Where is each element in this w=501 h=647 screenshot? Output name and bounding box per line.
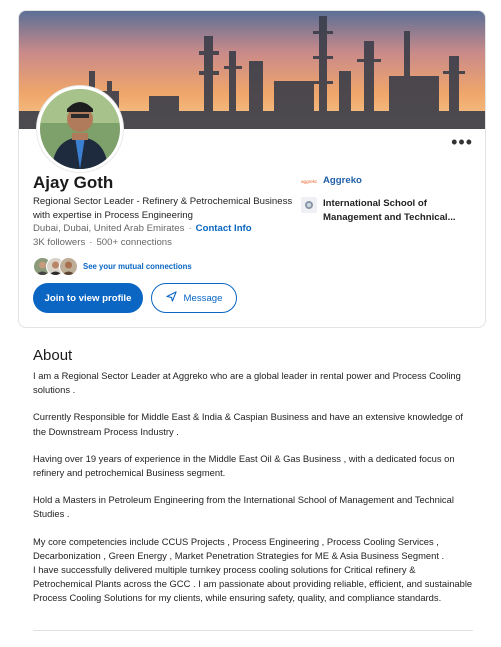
profile-card: ••• Ajay Goth Regional Sector Leader - R…	[18, 10, 486, 328]
message-button[interactable]: Message	[151, 283, 237, 313]
company-name[interactable]: Aggreko	[323, 173, 362, 189]
aggreko-logo-text: aggreko	[301, 179, 317, 184]
about-paragraph: I am a Regional Sector Leader at Aggreko…	[33, 370, 461, 396]
profile-headline: Regional Sector Leader - Refinery & Petr…	[33, 196, 293, 221]
education[interactable]: International School of Management and T…	[301, 197, 463, 225]
contact-info-link[interactable]: Contact Info	[196, 223, 252, 234]
about-paragraph: I have successfully delivered multiple t…	[33, 564, 473, 604]
mutual-connections-link[interactable]: See your mutual connections	[83, 262, 192, 271]
profile-location: Dubai, Dubai, United Arab Emirates	[33, 223, 185, 234]
more-options-icon[interactable]: •••	[451, 133, 473, 151]
about-heading: About	[33, 347, 73, 364]
aggreko-logo: aggreko	[301, 173, 318, 189]
current-company[interactable]: aggreko Aggreko	[301, 173, 362, 189]
paper-plane-icon	[165, 291, 177, 305]
section-divider	[33, 630, 473, 631]
join-to-view-profile-button[interactable]: Join to view profile	[33, 283, 143, 313]
about-paragraph: Currently Responsible for Middle East & …	[33, 411, 463, 437]
profile-location-row: Dubai, Dubai, United Arab Emirates · Conta…	[33, 223, 252, 234]
profile-avatar[interactable]	[37, 86, 123, 172]
school-logo-icon	[301, 197, 317, 213]
about-paragraph: Hold a Masters in Petroleum Engineering …	[33, 494, 454, 520]
about-paragraph: My core competencies include CCUS Projec…	[33, 535, 445, 561]
followers-count: 3K followers	[33, 237, 86, 248]
mutual-connections[interactable]: See your mutual connections	[33, 257, 192, 276]
profile-name: Ajay Goth	[33, 173, 114, 192]
school-name[interactable]: International School of Management and T…	[323, 197, 463, 225]
message-label: Message	[183, 292, 223, 304]
mutual-avatar	[59, 257, 78, 276]
mutual-avatars	[33, 257, 78, 276]
about-paragraph: Having over 19 years of experience in th…	[33, 452, 455, 479]
connections-count: 500+ connections	[96, 237, 172, 248]
profile-stats: 3K followers · 500+ connections	[33, 237, 172, 248]
about-section: I am a Regional Sector Leader at Aggreko…	[33, 369, 473, 619]
separator: ·	[188, 223, 192, 234]
separator: ·	[89, 237, 93, 248]
